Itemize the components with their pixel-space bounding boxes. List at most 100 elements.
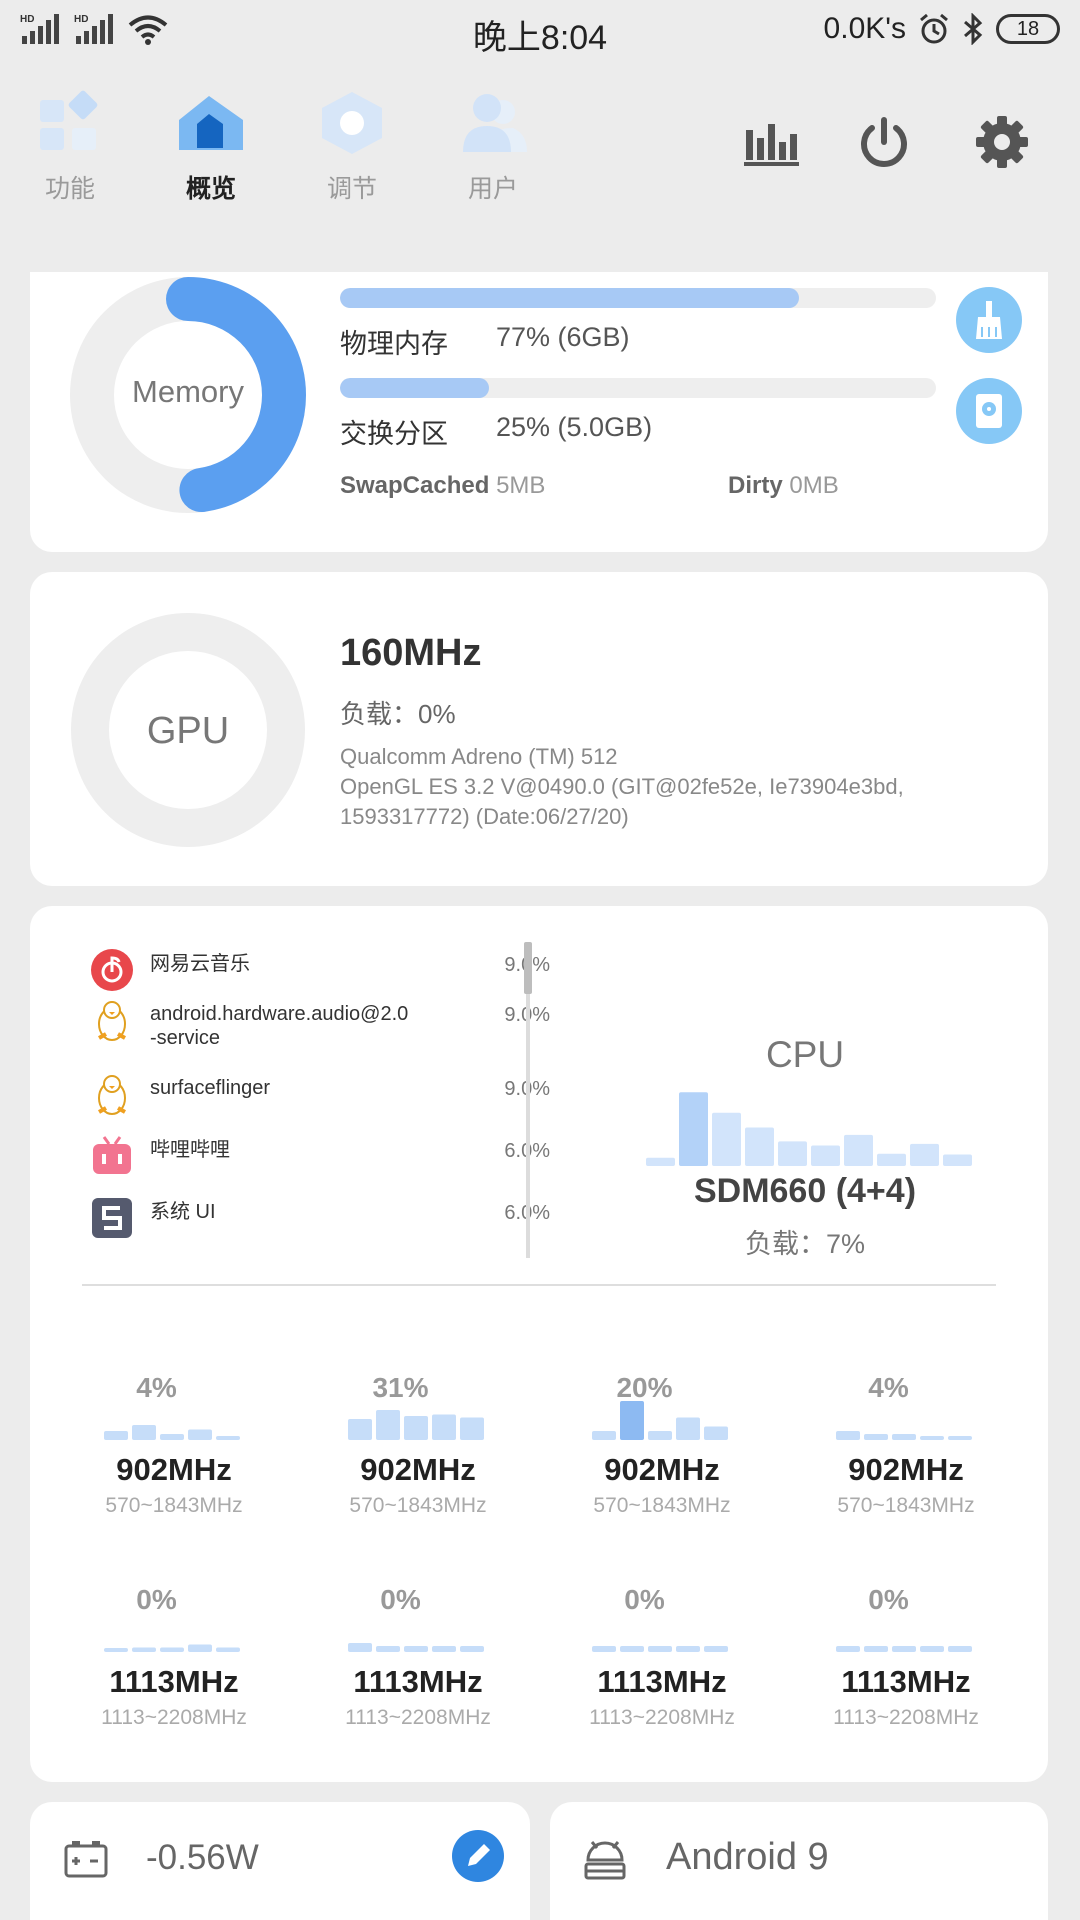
swapcached-value: 5MB — [496, 472, 546, 499]
core-load-bar — [892, 1434, 916, 1440]
process-name: 网易云音乐 — [150, 953, 250, 975]
core-load-bar — [376, 1646, 400, 1652]
process-row[interactable]: 系统 UI6.0% — [90, 1190, 550, 1246]
core-load-bar — [648, 1431, 672, 1440]
process-name: 系统 UI — [150, 1201, 216, 1223]
core-load-bar — [460, 1417, 484, 1440]
battery-indicator: 18 — [996, 14, 1060, 44]
status-bar: HD HD 晚上8:04 0.0K's 18 — [0, 0, 1080, 62]
cpu-history-bar — [646, 1157, 675, 1166]
core-load-bar — [188, 1644, 212, 1652]
process-row[interactable]: 哔哩哔哩6.0% — [90, 1128, 550, 1184]
net-speed: 0.0K's — [823, 12, 906, 45]
dirty-value: 0MB — [789, 472, 839, 499]
alarm-icon — [920, 13, 948, 44]
core-load-bar — [892, 1646, 916, 1652]
core-load-chart — [836, 1646, 972, 1652]
cpu-history-bar — [745, 1127, 774, 1166]
core-load-chart — [104, 1644, 240, 1652]
cpu-core: 0% 1113MHz 1113~2208MHz — [806, 1584, 1006, 1744]
cpu-core: 4% 902MHz 570~1843MHz — [806, 1372, 1006, 1532]
core-frequency: 1113MHz — [353, 1664, 483, 1699]
core-load-bar — [676, 1646, 700, 1652]
process-row[interactable]: android.hardware.audio@2.0 -service9.0% — [90, 992, 550, 1049]
clear-memory-button[interactable] — [956, 287, 1022, 353]
core-load-bar — [704, 1646, 728, 1652]
core-frequency: 1113MHz — [597, 1664, 727, 1699]
core-load-bar — [404, 1646, 428, 1652]
core-frequency-range: 570~1843MHz — [593, 1494, 731, 1517]
core-load-chart — [592, 1401, 728, 1440]
tab-tuning[interactable]: 调节 — [297, 90, 407, 205]
core-frequency-range: 1113~2208MHz — [589, 1706, 735, 1729]
tab-label: 概览 — [185, 175, 236, 203]
home-icon — [179, 96, 243, 150]
core-load-percent: 0% — [136, 1584, 177, 1615]
gpu-card[interactable]: GPU 160MHz 负载：0% Qualcomm Adreno (TM) 51… — [30, 572, 1048, 886]
core-load-bar — [188, 1429, 212, 1440]
core-load-bar — [592, 1646, 616, 1652]
core-load-bar — [864, 1434, 888, 1440]
tab-users[interactable]: 用户 — [438, 90, 548, 205]
memory-ring-label: Memory — [132, 374, 244, 409]
core-load-bar — [104, 1648, 128, 1652]
linux-penguin-icon — [90, 1072, 134, 1116]
disk-icon — [976, 394, 1002, 428]
core-frequency-range: 570~1843MHz — [105, 1494, 243, 1517]
cpu-core: 0% 1113MHz 1113~2208MHz — [74, 1584, 274, 1744]
android-card[interactable]: Android 9 — [550, 1802, 1048, 1920]
core-load-bar — [216, 1647, 240, 1652]
bar-chart-icon[interactable] — [742, 112, 802, 172]
cpu-core: 0% 1113MHz 1113~2208MHz — [562, 1584, 762, 1744]
core-load-bar — [104, 1431, 128, 1440]
core-load-percent: 31% — [372, 1372, 429, 1403]
gpu-info: Qualcomm Adreno (TM) 512 OpenGL ES 3.2 V… — [340, 742, 1030, 832]
core-load-bar — [432, 1414, 456, 1440]
core-load-bar — [160, 1647, 184, 1652]
system-ui-icon — [90, 1196, 134, 1240]
top-navigation: 功能 概览 调节 用户 — [0, 80, 1080, 210]
linux-penguin-icon — [90, 998, 134, 1042]
tab-overview[interactable]: 概览 — [156, 90, 266, 205]
tab-label: 功能 — [44, 175, 95, 203]
edit-power-button[interactable] — [452, 1830, 504, 1882]
power-card[interactable]: -0.56W — [30, 1802, 530, 1920]
memory-card[interactable]: Memory 物理内存 77% (6GB) 交换分区 25% (5.0GB) S… — [30, 272, 1048, 552]
cpu-core: 0% 1113MHz 1113~2208MHz — [318, 1584, 518, 1744]
process-list-scrollbar[interactable] — [524, 942, 532, 1258]
core-load-bar — [160, 1434, 184, 1440]
physical-memory-bar — [340, 288, 936, 308]
swap-settings-button[interactable] — [956, 378, 1022, 444]
core-load-bar — [216, 1436, 240, 1440]
bluetooth-icon — [964, 13, 983, 45]
power-value: -0.56W — [146, 1838, 259, 1877]
core-load-bar — [432, 1646, 456, 1652]
core-load-chart — [836, 1431, 972, 1440]
gpu-build: 1593317772) (Date:06/27/20) — [340, 804, 629, 829]
cpu-title: CPU — [765, 1034, 845, 1075]
cpu-card[interactable]: 网易云音乐9.0%android.hardware.audio@2.0 -ser… — [30, 906, 1048, 1782]
tab-functions[interactable]: 功能 — [15, 90, 125, 205]
cpu-history-chart — [646, 1092, 972, 1166]
process-row[interactable]: surfaceflinger9.0% — [90, 1066, 550, 1122]
gear-icon[interactable] — [972, 112, 1032, 172]
core-frequency: 902MHz — [116, 1452, 232, 1487]
core-load-percent: 0% — [380, 1584, 421, 1615]
power-icon[interactable] — [854, 112, 914, 172]
netease-music-icon — [90, 948, 134, 992]
core-load-bar — [348, 1419, 372, 1440]
core-load-chart — [592, 1646, 728, 1652]
core-load-percent: 0% — [868, 1584, 909, 1615]
battery-charge-icon — [64, 1841, 108, 1878]
core-load-bar — [948, 1646, 972, 1652]
gpu-version: OpenGL ES 3.2 V@0490.0 (GIT@02fe52e, Ie7… — [340, 774, 904, 799]
core-load-bar — [348, 1643, 372, 1652]
cpu-history-bar — [877, 1153, 906, 1166]
swap-value: 25% (5.0GB) — [496, 412, 653, 442]
process-row[interactable]: 网易云音乐9.0% — [90, 942, 550, 998]
core-load-bar — [648, 1646, 672, 1652]
core-frequency: 1113MHz — [841, 1664, 971, 1699]
core-load-chart — [348, 1410, 484, 1440]
cpu-model: SDM660 (4+4) — [693, 1172, 917, 1210]
core-load-percent: 0% — [624, 1584, 665, 1615]
